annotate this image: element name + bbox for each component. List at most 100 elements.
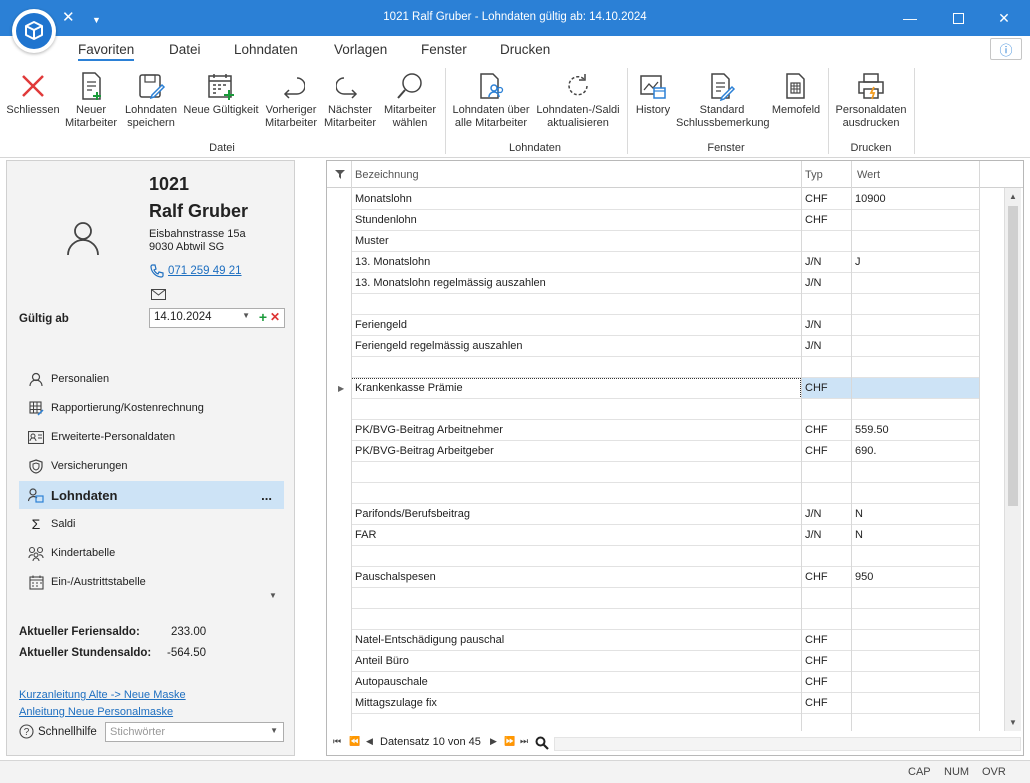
nav-item-saldi[interactable]: Σ Saldi [19, 510, 284, 538]
next-record-icon[interactable]: ▶ [490, 736, 497, 747]
remove-icon[interactable]: ✕ [270, 310, 280, 324]
cell-bez[interactable]: Anteil Büro [351, 651, 801, 672]
cell-typ[interactable]: CHF [801, 693, 851, 714]
close-window-button[interactable]: ✕ [981, 0, 1027, 36]
cell-bez[interactable]: Muster [351, 231, 801, 252]
cell-bez[interactable] [351, 546, 801, 567]
table-row[interactable] [327, 483, 1023, 504]
saldi-aktualisieren-button[interactable]: Lohndaten-/Saldi aktualisieren [535, 68, 621, 130]
cell-typ[interactable] [801, 294, 851, 315]
cell-wert[interactable] [851, 315, 979, 336]
standard-schlussbemerkung-button[interactable]: Standard Schlussbemerkung [676, 68, 770, 130]
table-row[interactable]: Mittagszulage fix CHF [327, 693, 1023, 714]
cell-typ[interactable] [801, 231, 851, 252]
cell-bez[interactable] [351, 588, 801, 609]
table-row[interactable] [327, 588, 1023, 609]
cell-typ[interactable] [801, 357, 851, 378]
search-icon[interactable] [535, 736, 549, 750]
cell-bez[interactable] [351, 357, 801, 378]
cell-wert[interactable]: 690. [851, 441, 979, 462]
column-header-bezeichnung[interactable]: Bezeichnung [355, 169, 419, 181]
vertical-scrollbar[interactable]: ▲ ▼ [1004, 188, 1021, 731]
lohndaten-speichern-button[interactable]: Lohndaten speichern [122, 68, 180, 130]
cell-wert[interactable] [851, 294, 979, 315]
cell-typ[interactable]: CHF [801, 420, 851, 441]
filter-icon[interactable] [335, 170, 345, 179]
last-record-icon[interactable]: ⏭ [520, 736, 528, 747]
nav-item-rapportierung[interactable]: Rapportierung/Kostenrechnung [19, 394, 284, 422]
neuer-mitarbeiter-button[interactable]: Neuer Mitarbeiter [62, 68, 120, 130]
cell-wert[interactable]: 559.50 [851, 420, 979, 441]
next-page-icon[interactable]: ⏩ [504, 736, 515, 747]
prev-page-icon[interactable]: ⏪ [349, 736, 360, 747]
tab-fenster[interactable]: Fenster [421, 42, 467, 57]
cell-bez[interactable]: Feriengeld regelmässig auszahlen [351, 336, 801, 357]
table-row[interactable] [327, 546, 1023, 567]
cell-wert[interactable] [851, 630, 979, 651]
cell-typ[interactable]: J/N [801, 315, 851, 336]
cell-wert[interactable] [851, 651, 979, 672]
phone-link[interactable]: 071 259 49 21 [149, 263, 242, 278]
table-row[interactable]: PK/BVG-Beitrag Arbeitgeber CHF 690. [327, 441, 1023, 462]
nav-scroll-down-icon[interactable]: ▼ [269, 591, 277, 600]
cell-bez[interactable]: Feriengeld [351, 315, 801, 336]
cell-wert[interactable] [851, 672, 979, 693]
chevron-down-icon[interactable]: ▼ [270, 726, 278, 735]
cell-typ[interactable] [801, 609, 851, 630]
cell-wert[interactable]: N [851, 525, 979, 546]
cell-bez[interactable]: Stundenlohn [351, 210, 801, 231]
cell-wert[interactable] [851, 273, 979, 294]
tab-datei[interactable]: Datei [169, 42, 201, 57]
maximize-button[interactable] [935, 0, 981, 36]
cell-bez[interactable]: Natel-Entschädigung pauschal [351, 630, 801, 651]
cell-bez[interactable] [351, 462, 801, 483]
cell-wert[interactable] [851, 609, 979, 630]
cell-typ[interactable]: J/N [801, 525, 851, 546]
cell-wert[interactable] [851, 399, 979, 420]
tab-vorlagen[interactable]: Vorlagen [334, 42, 387, 57]
cell-typ[interactable]: CHF [801, 441, 851, 462]
mitarbeiter-waehlen-button[interactable]: Mitarbeiter wählen [380, 68, 440, 130]
scroll-down-icon[interactable]: ▼ [1009, 718, 1017, 727]
cell-bez[interactable]: Mittagszulage fix [351, 693, 801, 714]
column-header-wert[interactable]: Wert [857, 169, 880, 181]
horizontal-scrollbar[interactable] [554, 737, 1021, 751]
table-row[interactable]: PK/BVG-Beitrag Arbeitnehmer CHF 559.50 [327, 420, 1023, 441]
chevron-down-icon[interactable]: ▼ [242, 311, 250, 320]
personaldaten-drucken-button[interactable]: Personaldaten ausdrucken [832, 68, 910, 130]
table-row[interactable] [327, 609, 1023, 630]
table-row[interactable]: 13. Monatslohn regelmässig auszahlen J/N [327, 273, 1023, 294]
cell-bez[interactable]: Monatslohn [351, 189, 801, 210]
cell-typ[interactable] [801, 483, 851, 504]
cell-typ[interactable]: CHF [801, 651, 851, 672]
table-row-selected[interactable]: ▶ Krankenkasse Prämie CHF [327, 378, 1023, 399]
more-options-icon[interactable]: ... [261, 488, 272, 503]
cell-typ[interactable] [801, 588, 851, 609]
cell-bez[interactable] [351, 609, 801, 630]
minimize-button[interactable]: — [887, 0, 933, 36]
table-row[interactable] [327, 462, 1023, 483]
memofeld-button[interactable]: Memofeld [770, 68, 822, 117]
first-record-icon[interactable]: ⏮ [333, 736, 341, 747]
lohndaten-alle-button[interactable]: Lohndaten über alle Mitarbeiter [448, 68, 534, 130]
nav-item-personalien[interactable]: Personalien [19, 365, 284, 393]
table-row[interactable]: Muster [327, 231, 1023, 252]
table-row[interactable]: Parifonds/Berufsbeitrag J/N N [327, 504, 1023, 525]
cell-wert[interactable] [851, 336, 979, 357]
column-header-typ[interactable]: Typ [805, 169, 823, 181]
cell-typ[interactable]: CHF [801, 630, 851, 651]
neue-gueltigkeit-button[interactable]: Neue Gültigkeit [182, 68, 260, 117]
cell-typ[interactable]: CHF [801, 672, 851, 693]
cell-wert[interactable] [851, 483, 979, 504]
stichwoerter-combobox[interactable]: Stichwörter ▼ [105, 722, 284, 742]
table-row[interactable] [327, 294, 1023, 315]
cell-typ[interactable]: J/N [801, 252, 851, 273]
table-row[interactable]: 13. Monatslohn J/N J [327, 252, 1023, 273]
cell-bez[interactable]: PK/BVG-Beitrag Arbeitnehmer [351, 420, 801, 441]
cell-bez[interactable]: Krankenkasse Prämie [351, 378, 801, 399]
scroll-up-icon[interactable]: ▲ [1009, 192, 1017, 201]
nav-item-ein-austrittstabelle[interactable]: Ein-/Austrittstabelle [19, 568, 284, 596]
cell-typ[interactable] [801, 399, 851, 420]
table-row[interactable]: FAR J/N N [327, 525, 1023, 546]
cell-wert[interactable] [851, 546, 979, 567]
